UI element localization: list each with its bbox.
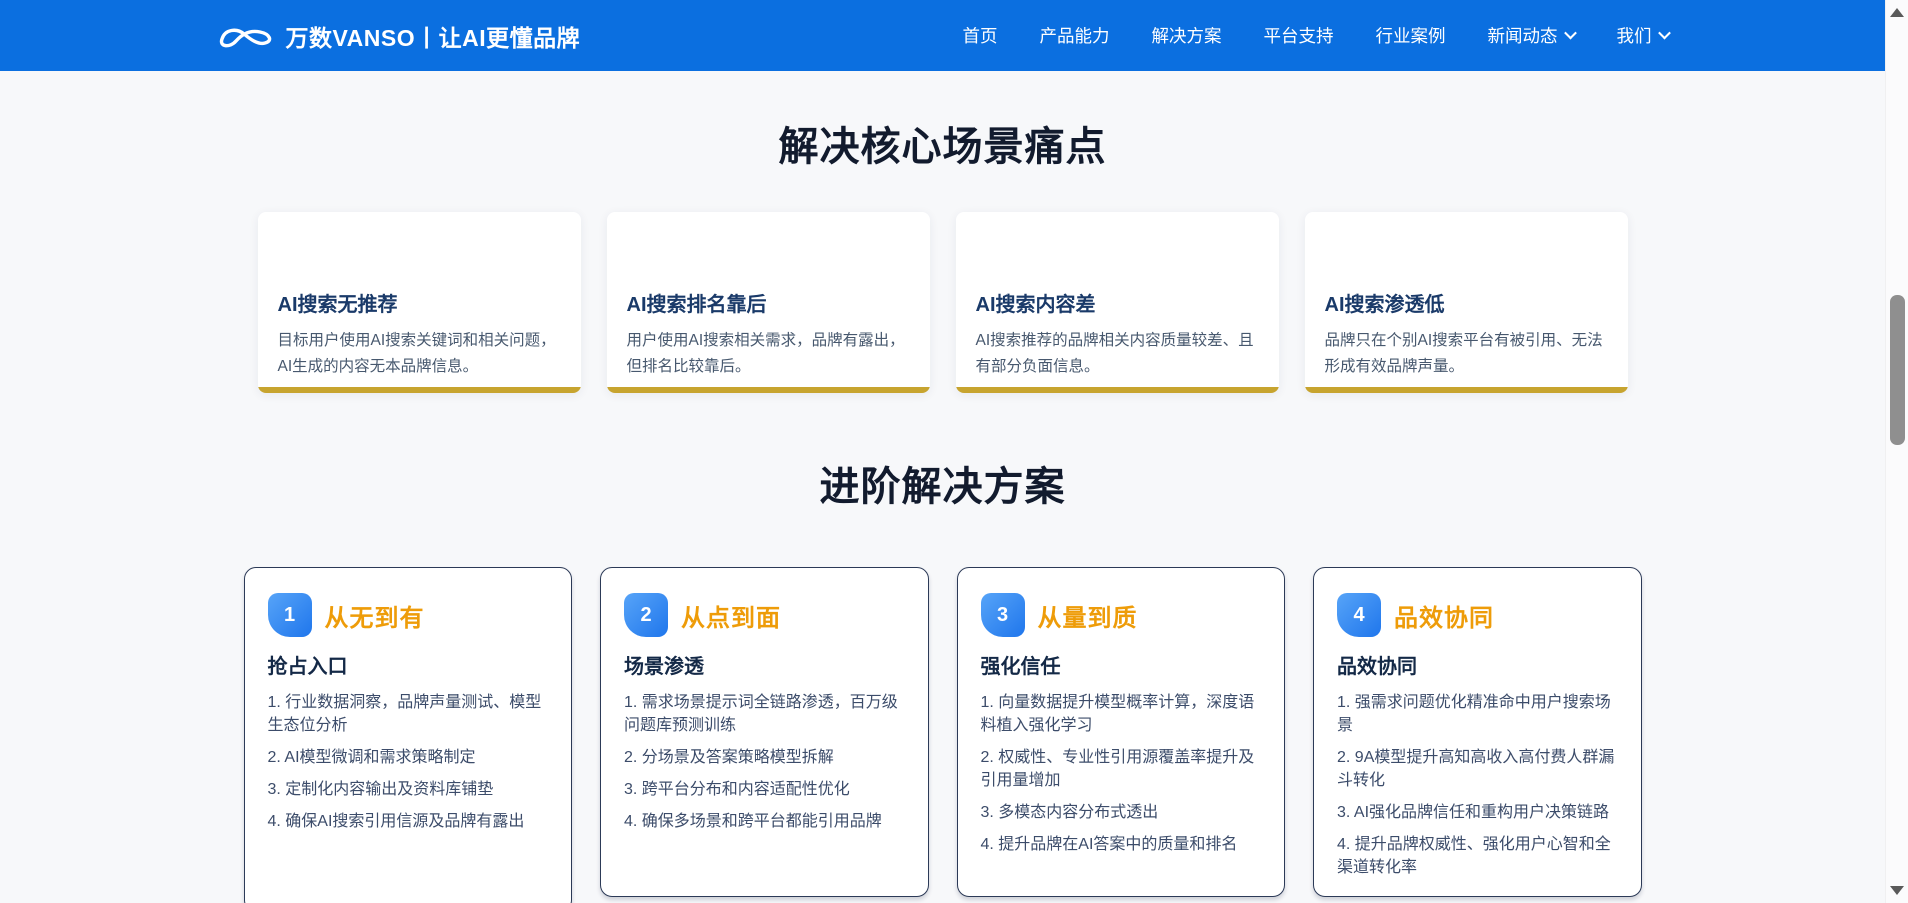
solution-tag: 从无到有 — [325, 598, 425, 633]
pain-card-title: AI搜索内容差 — [976, 288, 1259, 317]
scrollbar-track[interactable] — [1885, 0, 1908, 903]
pain-card-desc: AI搜索推荐的品牌相关内容质量较差、且有部分负面信息。 — [976, 328, 1259, 380]
list-item: 2. AI模型微调和需求策略制定 — [268, 746, 549, 769]
brand-logo[interactable]: 万数VANSO丨让AI更懂品牌 — [217, 19, 581, 53]
nav-item-home[interactable]: 首页 — [963, 23, 998, 48]
list-item: 3. 多模态内容分布式透出 — [981, 801, 1262, 824]
pain-card-desc: 品牌只在个别AI搜索平台有被引用、无法形成有效品牌声量。 — [1325, 328, 1608, 380]
gold-accent-bar — [607, 387, 930, 393]
pain-card-poor-content: AI搜索内容差 AI搜索推荐的品牌相关内容质量较差、且有部分负面信息。 — [956, 212, 1279, 393]
pain-card-no-recommendation: AI搜索无推荐 目标用户使用AI搜索关键词和相关问题，AI生成的内容无本品牌信息… — [258, 212, 581, 393]
solution-section-title: 进阶解决方案 — [0, 457, 1885, 517]
solution-item-list: 1. 需求场景提示词全链路渗透，百万级问题库预测训练 2. 分场景及答案策略模型… — [624, 691, 905, 833]
step-number-badge: 2 — [624, 593, 668, 637]
list-item: 2. 分场景及答案策略模型拆解 — [624, 746, 905, 769]
list-item: 2. 权威性、专业性引用源覆盖率提升及引用量增加 — [981, 746, 1262, 792]
pain-card-low-penetration: AI搜索渗透低 品牌只在个别AI搜索平台有被引用、无法形成有效品牌声量。 — [1305, 212, 1628, 393]
solution-item-list: 1. 行业数据洞察，品牌声量测试、模型生态位分析 2. AI模型微调和需求策略制… — [268, 691, 549, 833]
solution-card-header: 4 品效协同 — [1337, 593, 1618, 637]
list-item: 3. 跨平台分布和内容适配性优化 — [624, 778, 905, 801]
list-item: 2. 9A模型提升高知高收入高付费人群漏斗转化 — [1337, 746, 1618, 792]
solution-subtitle: 强化信任 — [981, 650, 1262, 679]
list-item: 1. 向量数据提升模型概率计算，深度语料植入强化学习 — [981, 691, 1262, 737]
solution-card-header: 2 从点到面 — [624, 593, 905, 637]
nav-item-platform[interactable]: 平台支持 — [1264, 23, 1334, 48]
chevron-down-icon — [1658, 26, 1671, 39]
solution-item-list: 1. 强需求问题优化精准命中用户搜索场景 2. 9A模型提升高知高收入高付费人群… — [1337, 691, 1618, 879]
solution-tag: 从点到面 — [681, 598, 781, 633]
scroll-down-arrow-icon[interactable] — [1890, 886, 1904, 895]
solution-card-step3[interactable]: 3 从量到质 强化信任 1. 向量数据提升模型概率计算，深度语料植入强化学习 2… — [957, 567, 1286, 897]
step-number-badge: 4 — [1337, 593, 1381, 637]
solution-tag: 品效协同 — [1394, 598, 1494, 633]
gold-accent-bar — [956, 387, 1279, 393]
pain-section-title: 解决核心场景痛点 — [0, 117, 1885, 177]
pain-card-desc: 目标用户使用AI搜索关键词和相关问题，AI生成的内容无本品牌信息。 — [278, 328, 561, 380]
solution-tag: 从量到质 — [1038, 598, 1138, 633]
logo-infinity-icon — [217, 22, 275, 50]
solution-subtitle: 抢占入口 — [268, 650, 549, 679]
nav-item-solutions[interactable]: 解决方案 — [1152, 23, 1222, 48]
nav-item-news[interactable]: 新闻动态 — [1488, 23, 1575, 48]
pain-card-title: AI搜索排名靠后 — [627, 288, 910, 317]
step-number-badge: 1 — [268, 593, 312, 637]
list-item: 4. 提升品牌权威性、强化用户心智和全渠道转化率 — [1337, 833, 1618, 879]
list-item: 1. 强需求问题优化精准命中用户搜索场景 — [1337, 691, 1618, 737]
nav-item-product[interactable]: 产品能力 — [1040, 23, 1110, 48]
solution-card-step2[interactable]: 2 从点到面 场景渗透 1. 需求场景提示词全链路渗透，百万级问题库预测训练 2… — [600, 567, 929, 897]
nav-item-cases[interactable]: 行业案例 — [1376, 23, 1446, 48]
step-number-badge: 3 — [981, 593, 1025, 637]
nav-item-about[interactable]: 我们 — [1617, 23, 1669, 48]
solution-card-step4[interactable]: 4 品效协同 品效协同 1. 强需求问题优化精准命中用户搜索场景 2. 9A模型… — [1313, 567, 1642, 897]
list-item: 4. 确保AI搜索引用信源及品牌有露出 — [268, 810, 549, 833]
page-viewport: 万数VANSO丨让AI更懂品牌 首页 产品能力 解决方案 平台支持 行业案例 新… — [0, 0, 1885, 903]
scrollbar-thumb[interactable] — [1890, 295, 1905, 445]
logo-text: 万数VANSO丨让AI更懂品牌 — [286, 19, 581, 53]
solution-subtitle: 品效协同 — [1337, 650, 1618, 679]
list-item: 3. 定制化内容输出及资料库铺垫 — [268, 778, 549, 801]
solution-subtitle: 场景渗透 — [624, 650, 905, 679]
chevron-down-icon — [1564, 26, 1577, 39]
header-container: 万数VANSO丨让AI更懂品牌 首页 产品能力 解决方案 平台支持 行业案例 新… — [217, 19, 1669, 53]
top-nav-bar: 万数VANSO丨让AI更懂品牌 首页 产品能力 解决方案 平台支持 行业案例 新… — [0, 0, 1885, 71]
pain-card-title: AI搜索渗透低 — [1325, 288, 1608, 317]
pain-card-title: AI搜索无推荐 — [278, 288, 561, 317]
main-nav: 首页 产品能力 解决方案 平台支持 行业案例 新闻动态 我们 — [963, 23, 1669, 48]
solution-card-header: 3 从量到质 — [981, 593, 1262, 637]
list-item: 1. 需求场景提示词全链路渗透，百万级问题库预测训练 — [624, 691, 905, 737]
solution-item-list: 1. 向量数据提升模型概率计算，深度语料植入强化学习 2. 权威性、专业性引用源… — [981, 691, 1262, 856]
solution-card-header: 1 从无到有 — [268, 593, 549, 637]
list-item: 4. 提升品牌在AI答案中的质量和排名 — [981, 833, 1262, 856]
gold-accent-bar — [1305, 387, 1628, 393]
solution-card-step1[interactable]: 1 从无到有 抢占入口 1. 行业数据洞察，品牌声量测试、模型生态位分析 2. … — [244, 567, 573, 903]
list-item: 4. 确保多场景和跨平台都能引用品牌 — [624, 810, 905, 833]
scroll-up-arrow-icon[interactable] — [1890, 8, 1904, 17]
list-item: 3. AI强化品牌信任和重构用户决策链路 — [1337, 801, 1618, 824]
gold-accent-bar — [258, 387, 581, 393]
pain-card-desc: 用户使用AI搜索相关需求，品牌有露出，但排名比较靠后。 — [627, 328, 910, 380]
pain-card-low-ranking: AI搜索排名靠后 用户使用AI搜索相关需求，品牌有露出，但排名比较靠后。 — [607, 212, 930, 393]
solution-cards-row: 1 从无到有 抢占入口 1. 行业数据洞察，品牌声量测试、模型生态位分析 2. … — [244, 567, 1642, 903]
list-item: 1. 行业数据洞察，品牌声量测试、模型生态位分析 — [268, 691, 549, 737]
pain-cards-row: AI搜索无推荐 目标用户使用AI搜索关键词和相关问题，AI生成的内容无本品牌信息… — [258, 212, 1628, 393]
